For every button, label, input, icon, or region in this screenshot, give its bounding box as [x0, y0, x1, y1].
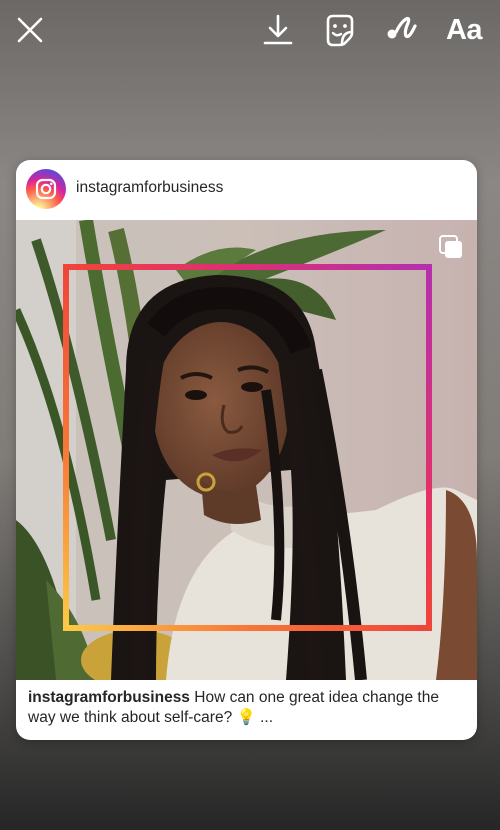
sticker-icon	[326, 14, 354, 47]
post-photo	[16, 220, 477, 680]
shared-post-card[interactable]: instagramforbusiness instagramforbusines…	[16, 160, 477, 740]
avatar[interactable]	[26, 169, 66, 209]
gradient-frame	[63, 264, 432, 631]
download-icon	[263, 14, 293, 45]
sticker-button[interactable]	[318, 8, 362, 52]
close-icon	[17, 17, 43, 43]
post-caption[interactable]: instagramforbusiness How can one great i…	[28, 688, 468, 728]
story-toolbar: Aa	[0, 0, 500, 60]
close-button[interactable]	[8, 8, 52, 52]
carousel-icon	[439, 235, 462, 258]
draw-button[interactable]	[380, 8, 424, 52]
text-tool-button[interactable]: Aa	[438, 8, 490, 52]
draw-icon	[387, 16, 417, 39]
post-header: instagramforbusiness	[16, 160, 477, 220]
instagram-logo-icon	[35, 178, 57, 200]
caption-username[interactable]: instagramforbusiness	[28, 689, 190, 706]
download-button[interactable]	[256, 8, 300, 52]
post-username[interactable]: instagramforbusiness	[76, 179, 223, 197]
